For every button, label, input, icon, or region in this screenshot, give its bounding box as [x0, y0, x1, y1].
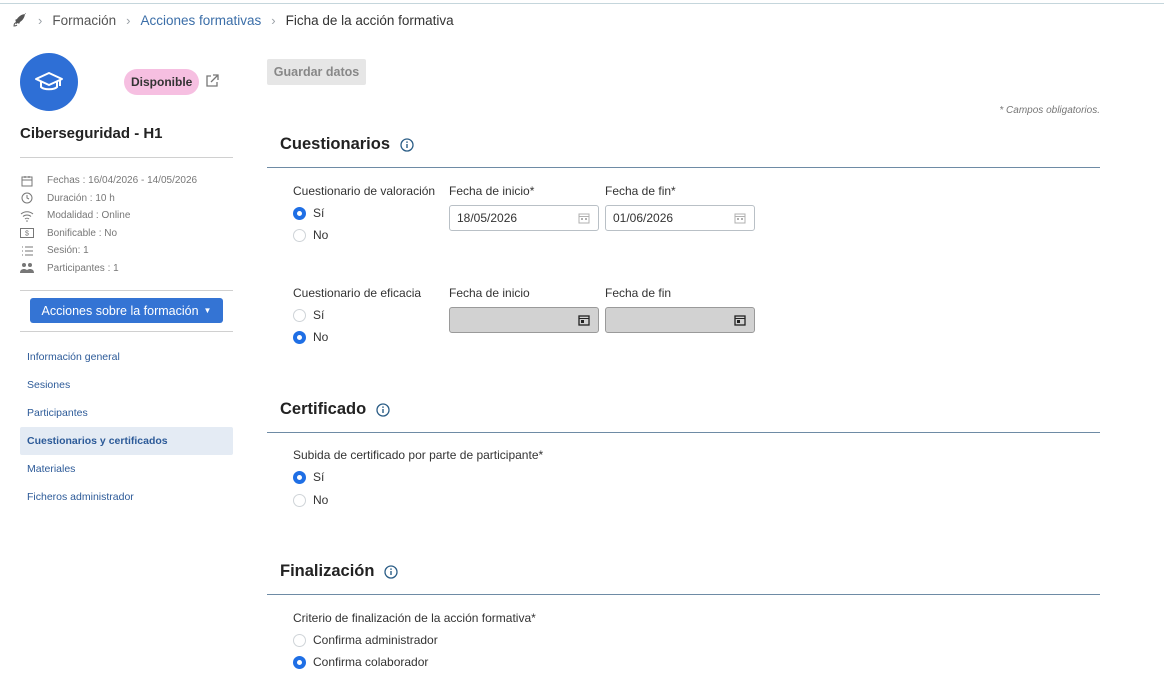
valoracion-no-radio[interactable]: No [293, 228, 328, 242]
section-divider [267, 594, 1100, 595]
certificate-upload-label: Subida de certificado por parte de parti… [293, 448, 544, 462]
section-divider [267, 167, 1100, 168]
required-fields-note: * Campos obligatorios. [999, 105, 1100, 116]
course-actions-button[interactable]: Acciones sobre la formación ▼ [30, 298, 223, 323]
certificate-no-radio[interactable]: No [293, 493, 328, 507]
eficacia-no-radio[interactable]: No [293, 330, 328, 344]
calendar-icon [734, 315, 746, 326]
calendar-icon[interactable] [578, 212, 590, 224]
breadcrumb-acciones-formativas[interactable]: Acciones formativas [140, 13, 261, 28]
eficacia-label: Cuestionario de eficacia [293, 286, 422, 300]
wifi-icon [20, 209, 34, 223]
nav-item-general[interactable]: Información general [20, 343, 233, 371]
breadcrumb-separator: › [126, 12, 131, 28]
section-title-finalizacion: Finalización [280, 562, 399, 581]
valoracion-end-date-input[interactable]: 01/06/2026 [605, 205, 755, 231]
course-avatar [20, 53, 78, 111]
valoracion-end-label: Fecha de fin* [605, 184, 676, 198]
radio-checked [293, 470, 306, 484]
list-icon [20, 244, 34, 258]
meta-dates: Fechas : 16/04/2026 - 14/05/2026 [20, 172, 197, 190]
meta-session: Sesión: 1 [20, 242, 197, 260]
completion-admin-radio[interactable]: Confirma administrador [293, 633, 438, 647]
calendar-icon[interactable] [734, 212, 746, 224]
calendar-icon [578, 315, 590, 326]
meta-bonus: $ Bonificable : No [20, 225, 197, 243]
radio-checked [293, 206, 306, 220]
clock-icon [20, 191, 34, 205]
info-icon[interactable] [376, 402, 390, 417]
external-link-icon[interactable] [204, 73, 220, 89]
svg-text:$: $ [25, 231, 29, 238]
eficacia-yes-radio[interactable]: Sí [293, 308, 324, 322]
rocket-icon[interactable] [12, 12, 28, 28]
graduation-cap-icon [35, 72, 63, 91]
info-icon[interactable] [384, 564, 399, 579]
section-title-certificado: Certificado [280, 400, 390, 419]
radio-unchecked [293, 228, 306, 242]
radio-unchecked [293, 493, 306, 507]
divider [20, 157, 233, 158]
meta-modality: Modalidad : Online [20, 207, 197, 225]
nav-item-questionnaires[interactable]: Cuestionarios y certificados [20, 427, 233, 455]
valoracion-start-date-input[interactable]: 18/05/2026 [449, 205, 599, 231]
breadcrumb: › Formación › Acciones formativas › Fich… [12, 11, 454, 29]
status-badge: Disponible [124, 69, 200, 95]
eficacia-end-date-input [605, 307, 755, 333]
save-button[interactable]: Guardar datos [267, 59, 366, 85]
divider [20, 290, 233, 291]
nav-item-participants[interactable]: Participantes [20, 399, 233, 427]
certificate-yes-radio[interactable]: Sí [293, 470, 324, 484]
radio-unchecked [293, 633, 306, 647]
eficacia-start-label: Fecha de inicio [449, 286, 530, 300]
valoracion-label: Cuestionario de valoración [293, 184, 436, 198]
side-nav: Información general Sesiones Participant… [20, 343, 233, 511]
eficacia-start-date-input [449, 307, 599, 333]
nav-item-materials[interactable]: Materiales [20, 455, 233, 483]
info-icon[interactable] [400, 137, 414, 152]
radio-checked [293, 330, 306, 344]
valoracion-start-label: Fecha de inicio* [449, 184, 535, 198]
completion-colab-radio[interactable]: Confirma colaborador [293, 655, 428, 669]
meta-duration: Duración : 10 h [20, 190, 197, 208]
meta-participants: Participantes : 1 [20, 260, 197, 278]
breadcrumb-current: Ficha de la acción formativa [285, 12, 454, 28]
course-meta: Fechas : 16/04/2026 - 14/05/2026 Duració… [20, 172, 197, 277]
radio-unchecked [293, 308, 306, 322]
section-divider [267, 432, 1100, 433]
section-title-cuestionarios: Cuestionarios [280, 135, 414, 154]
breadcrumb-separator: › [271, 12, 276, 28]
nav-item-admin-files[interactable]: Ficheros administrador [20, 483, 233, 511]
eficacia-end-label: Fecha de fin [605, 286, 672, 300]
radio-checked [293, 655, 306, 669]
completion-criterion-label: Criterio de finalización de la acción fo… [293, 611, 536, 625]
divider [20, 331, 233, 332]
users-icon [20, 261, 34, 275]
course-title: Ciberseguridad - H1 [20, 125, 163, 142]
caret-down-icon: ▼ [203, 306, 212, 315]
breadcrumb-separator: › [38, 12, 43, 28]
top-border [0, 3, 1164, 4]
breadcrumb-formacion[interactable]: Formación [52, 13, 116, 28]
money-icon: $ [20, 226, 34, 240]
nav-item-sessions[interactable]: Sesiones [20, 371, 233, 399]
valoracion-yes-radio[interactable]: Sí [293, 206, 324, 220]
calendar-icon [20, 174, 34, 188]
